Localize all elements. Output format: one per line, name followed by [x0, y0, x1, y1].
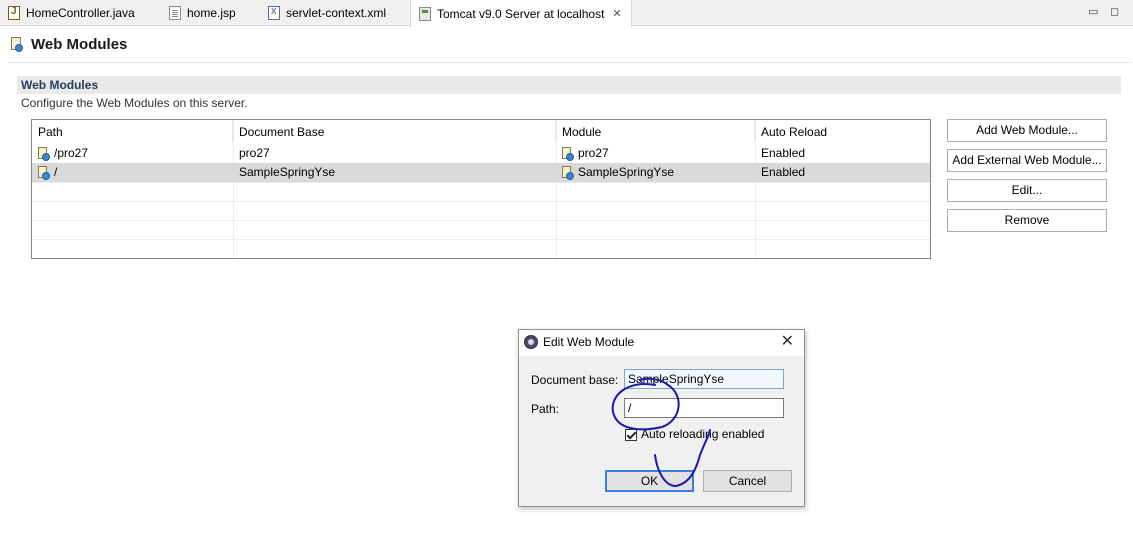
tab-label: home.jsp [187, 6, 236, 20]
document-base-field[interactable] [624, 369, 784, 389]
tab-home-jsp[interactable]: home.jsp [161, 0, 257, 26]
web-module-icon [10, 36, 24, 53]
column-header-document-base[interactable]: Document Base [233, 120, 556, 142]
dialog-title-bar[interactable]: Edit Web Module ✕ [519, 330, 804, 356]
cell-path: /pro27 [54, 146, 89, 160]
dialog-title: Edit Web Module [543, 335, 635, 349]
cell-document-base: pro27 [239, 146, 270, 160]
table-row[interactable]: / SampleSpringYse SampleSpringYse Enable… [32, 163, 930, 182]
table-row-empty [32, 182, 930, 201]
table-row-empty [32, 239, 930, 258]
ok-button[interactable]: OK [605, 470, 694, 492]
edit-web-module-dialog: Edit Web Module ✕ Document base: Path: A… [518, 329, 805, 507]
web-module-icon [562, 146, 574, 161]
web-module-icon [38, 165, 50, 180]
table-row-empty [32, 201, 930, 220]
path-field[interactable] [624, 398, 784, 418]
table-header: Path Document Base Module Auto Reload [32, 120, 930, 142]
path-label: Path: [531, 402, 560, 416]
tab-servlet-context[interactable]: servlet-context.xml [260, 0, 408, 26]
jsp-file-icon [169, 6, 181, 20]
edit-button[interactable]: Edit... [947, 179, 1107, 202]
close-icon[interactable]: ✕ [781, 332, 794, 352]
minimize-icon[interactable]: ▭ [1088, 5, 1098, 18]
document-base-label: Document base: [531, 373, 619, 387]
eclipse-icon [524, 335, 538, 349]
column-header-module[interactable]: Module [556, 120, 755, 142]
cancel-button[interactable]: Cancel [703, 470, 792, 492]
maximize-icon[interactable]: ◻ [1110, 5, 1119, 18]
table-row[interactable]: /pro27 pro27 pro27 Enabled [32, 144, 930, 163]
add-web-module-button[interactable]: Add Web Module... [947, 119, 1107, 142]
section-header: Web Modules [17, 76, 1121, 94]
tab-tomcat-server[interactable]: Tomcat v9.0 Server at localhost ✕ [410, 0, 632, 27]
add-external-web-module-button[interactable]: Add External Web Module... [947, 149, 1107, 172]
table-row-empty [32, 220, 930, 239]
editor-tab-bar: HomeController.java home.jsp servlet-con… [0, 0, 1133, 27]
web-module-icon [562, 165, 574, 180]
header-divider [8, 62, 1132, 63]
tab-label: servlet-context.xml [286, 6, 387, 20]
cell-path: / [54, 165, 58, 179]
section-description: Configure the Web Modules on this server… [21, 96, 248, 110]
cell-auto-reload: Enabled [761, 165, 806, 179]
remove-button[interactable]: Remove [947, 209, 1107, 232]
tab-close-icon[interactable]: ✕ [612, 7, 621, 20]
xml-file-icon [268, 5, 280, 20]
page-title: Web Modules [31, 36, 128, 53]
cell-module: SampleSpringYse [578, 165, 675, 179]
tab-label: HomeController.java [26, 6, 135, 20]
column-header-auto-reload[interactable]: Auto Reload [755, 120, 930, 142]
page-header: Web Modules [10, 36, 127, 53]
java-file-icon [8, 6, 20, 20]
section-title: Web Modules [21, 78, 99, 92]
cell-auto-reload: Enabled [761, 146, 806, 160]
tab-home-controller[interactable]: HomeController.java [0, 0, 158, 26]
tab-label: Tomcat v9.0 Server at localhost [437, 6, 605, 21]
cell-document-base: SampleSpringYse [239, 165, 336, 179]
cell-module: pro27 [578, 146, 609, 160]
server-icon [419, 6, 431, 21]
column-header-path[interactable]: Path [32, 120, 233, 142]
auto-reload-label[interactable]: Auto reloading enabled [641, 427, 764, 441]
web-modules-table[interactable]: Path Document Base Module Auto Reload /p… [31, 119, 931, 259]
auto-reload-checkbox[interactable] [625, 429, 637, 441]
web-module-icon [38, 146, 50, 161]
